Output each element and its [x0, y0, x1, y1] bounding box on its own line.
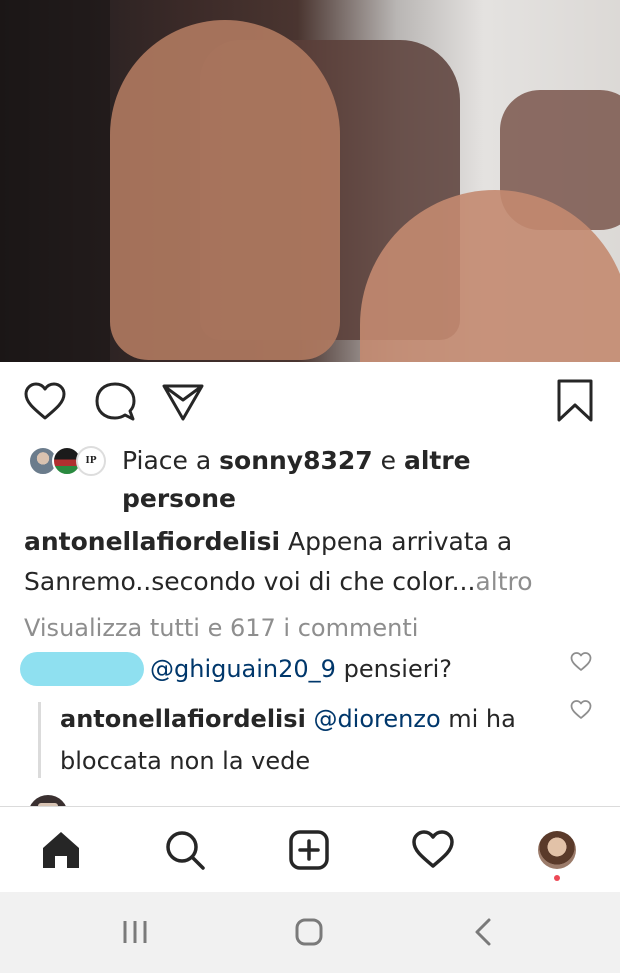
speech-bubble-icon[interactable]: [92, 380, 138, 424]
rounded-square-icon[interactable]: [284, 912, 334, 952]
chevron-left-icon[interactable]: [458, 912, 508, 952]
liked-by-prefix: Piace a: [122, 446, 220, 475]
profile-avatar[interactable]: [538, 831, 576, 869]
image-dark-left: [0, 0, 110, 362]
post-image[interactable]: [0, 0, 620, 362]
avatar: IP: [76, 446, 106, 476]
image-figure-left: [110, 20, 340, 360]
post-action-bar: [0, 362, 620, 442]
caption-more-link[interactable]: altro: [475, 567, 532, 596]
bottom-nav-bar: [0, 806, 620, 893]
view-all-comments-link[interactable]: Visualizza tutti e 617 i commenti: [24, 610, 594, 646]
liker-avatars[interactable]: IP: [28, 446, 108, 478]
post-caption: antonellafiordelisi Appena arrivata a Sa…: [24, 522, 604, 602]
paper-plane-icon[interactable]: [160, 380, 206, 424]
recents-bars-icon[interactable]: [110, 912, 160, 952]
likes-row[interactable]: IP Piace a sonny8327 e altre persone: [28, 442, 598, 518]
notification-dot: [554, 875, 560, 881]
avatar-badge-text: IP: [85, 456, 97, 466]
bookmark-icon[interactable]: [552, 378, 598, 424]
comment-text: pensieri?: [335, 655, 453, 683]
system-nav-bar: [0, 892, 620, 973]
reply-like-heart-icon[interactable]: [570, 700, 594, 722]
redacted-username: [20, 652, 144, 686]
comment-mention[interactable]: @ghiguain20_9: [150, 655, 336, 683]
activity-heart-icon[interactable]: [410, 827, 456, 873]
heart-outline-icon[interactable]: [22, 380, 68, 424]
comment-like-heart-icon[interactable]: [570, 652, 594, 674]
search-icon[interactable]: [162, 827, 208, 873]
reply-mention[interactable]: @diorenzo: [313, 705, 440, 733]
liked-by-text: Piace a sonny8327 e altre persone: [122, 442, 592, 518]
plus-square-icon[interactable]: [286, 827, 332, 873]
caption-username[interactable]: antonellafiordelisi: [24, 527, 280, 556]
reply-row: antonellafiordelisi @diorenzo mi ha bloc…: [60, 698, 560, 782]
reply-username[interactable]: antonellafiordelisi: [60, 705, 306, 733]
comment-row: @ghiguain20_9 pensieri?: [150, 648, 570, 690]
liked-by-conj: e: [372, 446, 404, 475]
reply-thread-line: [38, 702, 41, 778]
home-filled-icon[interactable]: [38, 827, 84, 873]
liked-by-user[interactable]: sonny8327: [219, 446, 373, 475]
